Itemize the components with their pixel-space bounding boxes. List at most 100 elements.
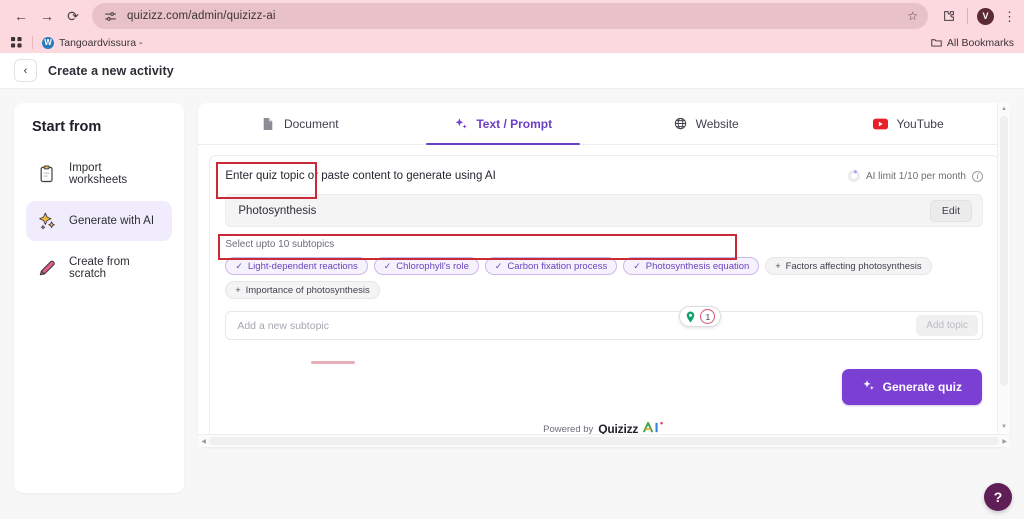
add-topic-button[interactable]: Add topic: [916, 315, 978, 336]
sparkle-icon: [453, 116, 468, 131]
subtopic-chip-label: Carbon fixation process: [507, 260, 608, 272]
page-title: Create a new activity: [48, 63, 174, 78]
browser-toolbar: ← → ⟳ quizizz.com/admin/quizizz-ai ☆ V ⋮: [0, 0, 1024, 32]
page-body: Start from Import worksheets Generate wi…: [0, 89, 1024, 519]
generator-card: Document Text / Prompt Website YouTube E…: [198, 103, 1010, 447]
page-header: ‹ Create a new activity: [0, 53, 1024, 89]
ai-limit-label: AI limit 1/10 per month: [865, 170, 966, 182]
location-pin-icon: [684, 310, 697, 323]
subtopic-chip-label: Light-dependent reactions: [247, 260, 358, 272]
globe-icon: [673, 116, 688, 131]
reload-icon[interactable]: ⟳: [60, 3, 86, 29]
tab-document[interactable]: Document: [198, 103, 401, 144]
annotation-underline: [311, 361, 356, 364]
ai-limit-indicator: AI limit 1/10 per month i: [847, 170, 983, 182]
progress-ring-icon: [847, 170, 860, 182]
wordpress-favicon: W: [42, 36, 54, 49]
sidebar-item-create-from-scratch[interactable]: Create from scratch: [26, 247, 172, 289]
address-bar-url: quizizz.com/admin/quizizz-ai: [127, 10, 276, 22]
subtopics-label: Select upto 10 subtopics: [225, 239, 335, 250]
clipboard-icon: [36, 163, 58, 185]
generate-row: Generate quiz: [225, 369, 983, 405]
subtopic-chip-selected[interactable]: ✓ Chlorophyll's role: [373, 257, 479, 275]
bookmark-item-label: Tangoardvissura -: [59, 36, 143, 49]
generate-quiz-label: Generate quiz: [882, 380, 962, 394]
cursor-step-count: 1: [700, 309, 716, 324]
sidebar-item-label: Create from scratch: [69, 256, 130, 280]
add-subtopic-input[interactable]: [226, 319, 917, 332]
plus-icon: +: [235, 284, 241, 295]
subtopic-chip-selected[interactable]: ✓ Carbon fixation process: [484, 257, 618, 275]
source-tabs: Document Text / Prompt Website YouTube: [198, 103, 1010, 145]
bookmarks-divider: [32, 36, 33, 49]
extensions-puzzle-icon[interactable]: [940, 7, 958, 25]
sidebar-title: Start from: [32, 119, 102, 135]
sidebar: Start from Import worksheets Generate wi…: [14, 103, 185, 493]
tab-label: Website: [695, 116, 739, 131]
toolbar-divider: [967, 8, 968, 24]
horizontal-scrollbar[interactable]: ◀ ▶: [198, 434, 1010, 447]
three-dot-menu-icon[interactable]: ⋮: [1003, 10, 1016, 23]
vertical-scrollbar[interactable]: ▲ ▼: [997, 103, 1010, 433]
toolbar-right-controls: V ⋮: [940, 7, 1016, 25]
check-icon: ✓: [235, 260, 243, 271]
topic-value: Photosynthesis: [238, 204, 317, 217]
edit-topic-button[interactable]: Edit: [929, 199, 972, 222]
scroll-right-arrow-icon[interactable]: ▶: [999, 438, 1010, 445]
sidebar-item-generate-with-ai[interactable]: Generate with AI: [26, 201, 173, 241]
sparkle-stars-icon: [36, 210, 58, 232]
back-arrow-icon[interactable]: ←: [8, 3, 34, 29]
cursor-position-badge: 1: [679, 306, 722, 327]
prompt-heading: Enter quiz topic or paste content to gen…: [225, 170, 496, 182]
sidebar-item-label: Import worksheets: [69, 162, 128, 186]
pencil-icon: [36, 257, 58, 279]
add-subtopic-row: Add topic: [225, 311, 983, 340]
scroll-left-arrow-icon[interactable]: ◀: [198, 438, 209, 445]
scroll-up-arrow-icon[interactable]: ▲: [1001, 103, 1007, 115]
subtopic-chip-unselected[interactable]: + Importance of photosynthesis: [225, 281, 380, 299]
subtopic-chip-selected[interactable]: ✓ Photosynthesis equation: [623, 257, 760, 275]
subtopic-chip-list: ✓ Light-dependent reactions ✓ Chlorophyl…: [225, 257, 983, 299]
chevron-left-icon[interactable]: ‹: [14, 59, 37, 82]
tab-label: YouTube: [896, 116, 944, 131]
forward-arrow-icon[interactable]: →: [34, 3, 60, 29]
bookmarks-bar: W Tangoardvissura - All Bookmarks: [0, 32, 1024, 53]
generate-quiz-button[interactable]: Generate quiz: [841, 369, 982, 405]
document-file-icon: [261, 116, 276, 131]
scroll-down-arrow-icon[interactable]: ▼: [1001, 421, 1007, 433]
tab-website[interactable]: Website: [604, 103, 807, 144]
subtopic-chip-unselected[interactable]: + Factors affecting photosynthesis: [765, 257, 932, 275]
sidebar-item-label: Generate with AI: [69, 215, 155, 227]
info-icon[interactable]: i: [972, 170, 983, 182]
tab-youtube[interactable]: YouTube: [807, 103, 1010, 144]
subtopic-chip-label: Chlorophyll's role: [396, 260, 469, 272]
check-icon: ✓: [633, 260, 641, 271]
tune-icon[interactable]: [102, 8, 119, 25]
apps-grid-icon[interactable]: [10, 36, 23, 49]
vertical-scroll-thumb[interactable]: [1000, 116, 1008, 386]
bookmark-star-icon[interactable]: ☆: [907, 9, 918, 23]
subtopic-chip-label: Factors affecting photosynthesis: [785, 260, 922, 272]
check-icon: ✓: [383, 260, 392, 271]
sidebar-item-import-worksheets[interactable]: Import worksheets: [26, 153, 172, 195]
powered-by-prefix: Powered by: [543, 423, 594, 435]
subtopic-chip-selected[interactable]: ✓ Light-dependent reactions: [225, 257, 368, 275]
horizontal-scroll-thumb[interactable]: [208, 437, 1000, 445]
address-bar[interactable]: quizizz.com/admin/quizizz-ai ☆: [92, 3, 928, 29]
tab-text-prompt[interactable]: Text / Prompt: [401, 103, 604, 145]
main-panel: Document Text / Prompt Website YouTube E…: [198, 103, 1010, 447]
help-button[interactable]: ?: [984, 483, 1012, 511]
avatar[interactable]: V: [977, 7, 994, 25]
all-bookmarks-button[interactable]: All Bookmarks: [931, 37, 1014, 49]
all-bookmarks-label: All Bookmarks: [946, 36, 1014, 49]
sparkle-icon: [862, 379, 875, 395]
topic-field-row[interactable]: Photosynthesis Edit: [225, 194, 983, 227]
tab-label: Document: [283, 116, 339, 131]
check-icon: ✓: [494, 260, 503, 271]
subtopic-chip-label: Importance of photosynthesis: [245, 284, 370, 296]
prompt-header-row: Enter quiz topic or paste content to gen…: [225, 170, 983, 182]
browser-chrome: ← → ⟳ quizizz.com/admin/quizizz-ai ☆ V ⋮: [0, 0, 1024, 53]
bookmark-item-tangoardvissura[interactable]: W Tangoardvissura -: [42, 36, 143, 49]
subtopic-chip-label: Photosynthesis equation: [645, 260, 750, 272]
prompt-panel: Enter quiz topic or paste content to gen…: [209, 155, 999, 447]
